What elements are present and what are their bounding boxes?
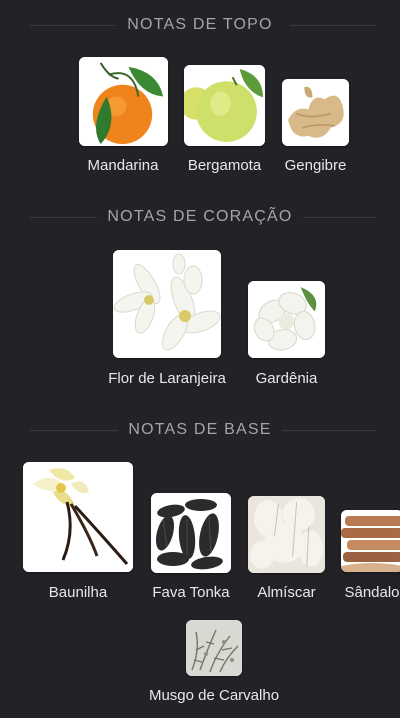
bergamot-icon bbox=[184, 65, 265, 146]
orange-blossom-icon bbox=[113, 250, 221, 358]
note-sandalo[interactable]: Sândalo bbox=[341, 510, 400, 601]
note-bergamota[interactable]: Bergamota bbox=[184, 65, 265, 174]
note-label: Mandarina bbox=[87, 157, 159, 174]
note-label: Flor de Laranjeira bbox=[108, 370, 226, 387]
note-label: Baunilha bbox=[48, 584, 108, 601]
note-flor-de-laranjeira[interactable]: Flor de Laranjeira bbox=[108, 250, 226, 387]
tonka-bean-icon bbox=[151, 493, 231, 573]
note-fava-tonka[interactable]: Fava Tonka bbox=[151, 493, 231, 601]
musk-icon bbox=[248, 496, 325, 573]
section-header-heart: NOTAS DE CORAÇÃO bbox=[0, 207, 400, 227]
note-musgo-de-carvalho[interactable]: Musgo de Carvalho bbox=[149, 620, 279, 704]
note-label: Gardênia bbox=[255, 370, 318, 387]
note-label: Bergamota bbox=[187, 157, 262, 174]
note-baunilha[interactable]: Baunilha bbox=[23, 462, 133, 601]
divider bbox=[290, 25, 375, 26]
divider bbox=[30, 430, 130, 431]
divider bbox=[275, 430, 375, 431]
note-label: Gengibre bbox=[284, 157, 347, 174]
section-header-top: NOTAS DE TOPO bbox=[0, 15, 400, 35]
section-title: NOTAS DE BASE bbox=[118, 421, 282, 439]
divider bbox=[30, 25, 115, 26]
note-mandarina[interactable]: Mandarina bbox=[78, 57, 168, 174]
note-label: Fava Tonka bbox=[152, 584, 230, 601]
oakmoss-icon bbox=[186, 620, 242, 676]
section-title: NOTAS DE TOPO bbox=[117, 16, 283, 34]
note-label: Almíscar bbox=[257, 584, 316, 601]
note-almiscar[interactable]: Almíscar bbox=[248, 496, 325, 601]
divider bbox=[296, 217, 376, 218]
note-gengibre[interactable]: Gengibre bbox=[282, 79, 349, 174]
gardenia-icon bbox=[248, 281, 325, 358]
note-gardenia[interactable]: Gardênia bbox=[248, 281, 325, 387]
section-title: NOTAS DE CORAÇÃO bbox=[97, 208, 303, 226]
ginger-icon bbox=[282, 79, 349, 146]
sandalwood-icon bbox=[341, 510, 400, 572]
vanilla-icon bbox=[23, 462, 133, 572]
section-header-base: NOTAS DE BASE bbox=[0, 420, 400, 440]
note-label: Sândalo bbox=[344, 584, 400, 601]
mandarin-icon bbox=[78, 57, 168, 146]
note-label: Musgo de Carvalho bbox=[148, 687, 280, 704]
